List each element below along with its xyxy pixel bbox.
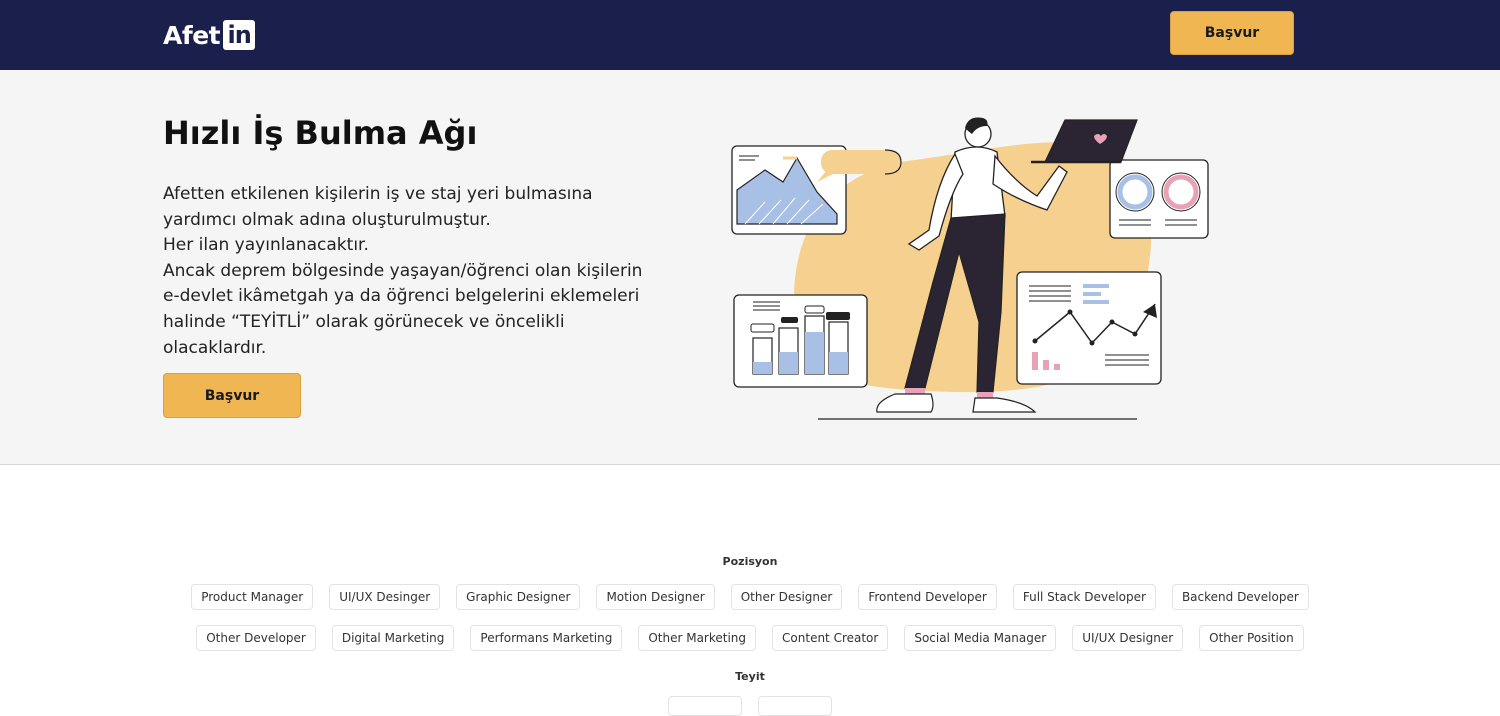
hero-description: Afetten etkilenen kişilerin iş ve staj y… [163,182,643,361]
position-chip[interactable]: Graphic Designer [456,584,581,610]
position-chip[interactable]: Performans Marketing [470,625,623,651]
top-navbar: Afet in Başvur [0,0,1500,70]
position-chip[interactable]: Motion Designer [596,584,715,610]
position-chip[interactable]: Digital Marketing [331,625,455,651]
position-chip[interactable]: Other Marketing [638,625,757,651]
position-chip[interactable]: Backend Developer [1171,584,1309,610]
position-chip[interactable]: UI/UX Desinger [329,584,441,610]
hero-description-line: Afetten etkilenen kişilerin iş ve staj y… [163,184,593,230]
logo-badge: in [223,20,256,50]
hero-description-line: Her ilan yayınlanacaktır. [163,235,369,256]
hero-illustration [731,117,1209,420]
logo-text: Afet [163,20,221,50]
verification-chip[interactable] [668,696,742,716]
position-chip-row: Product Manager UI/UX Desinger Graphic D… [0,584,1500,610]
position-filter-title: Pozisyon [722,555,778,568]
position-chip[interactable]: Frontend Developer [858,584,997,610]
hero-section: Hızlı İş Bulma Ağı Afetten etkilenen kiş… [0,70,1500,465]
hero-title: Hızlı İş Bulma Ağı [163,114,478,152]
position-chip[interactable]: Full Stack Developer [1012,584,1156,610]
verification-filter-title: Teyit [735,670,765,683]
verification-chip[interactable] [758,696,832,716]
position-chip[interactable]: Other Designer [730,584,843,610]
position-chip[interactable]: Social Media Manager [904,625,1057,651]
position-chip[interactable]: Product Manager [191,584,314,610]
navbar-apply-button[interactable]: Başvur [1170,11,1294,55]
position-chip-row: Other Developer Digital Marketing Perfor… [0,625,1500,651]
hero-description-line: Ancak deprem bölgesinde yaşayan/öğrenci … [163,260,643,358]
position-chip[interactable]: Content Creator [772,625,889,651]
position-chip[interactable]: Other Position [1199,625,1304,651]
afetin-logo[interactable]: Afet in [163,17,256,53]
verification-chip-row [0,696,1500,716]
position-chip[interactable]: UI/UX Designer [1072,625,1184,651]
position-chip[interactable]: Other Developer [196,625,316,651]
hero-apply-button[interactable]: Başvur [163,373,301,418]
